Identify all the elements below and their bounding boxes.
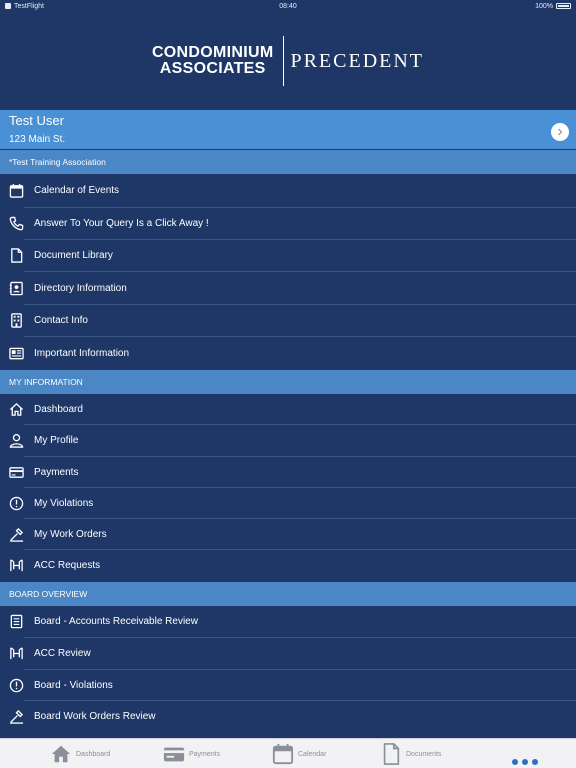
section-board-overview: BOARD OVERVIEW	[0, 582, 576, 606]
home-icon	[51, 745, 71, 763]
menu-item-label: My Work Orders	[34, 528, 107, 540]
tab-documents-label: Documents	[406, 750, 442, 758]
testflight-icon	[5, 3, 11, 9]
tab-dashboard[interactable]: Dashboard	[50, 743, 110, 765]
app-logo: CONDOMINIUM ASSOCIATES PRECEDENT	[152, 36, 424, 86]
association-item-phone[interactable]: Answer To Your Query Is a Click Away !	[0, 208, 576, 239]
menu-item-label: ACC Requests	[34, 560, 101, 571]
menu-item-label: Calendar of Events	[34, 185, 120, 196]
tab-payments-label: Payments	[189, 750, 221, 758]
logo-line2: ASSOCIATES	[159, 60, 266, 77]
board-item-tools[interactable]: Board Work Orders Review	[0, 701, 576, 732]
battery-percent: 100%	[535, 2, 553, 10]
tab-payments[interactable]: Payments	[163, 743, 220, 765]
status-time: 08:40	[279, 2, 297, 10]
menu-item-label: Contact Info	[34, 315, 88, 326]
more-dot-icon	[532, 759, 538, 765]
my-info-item-acc[interactable]: ACC Requests	[0, 550, 576, 581]
my-info-item-home[interactable]: Dashboard	[0, 394, 576, 424]
chevron-right-icon	[558, 128, 563, 136]
logo-brand: PRECEDENT	[290, 49, 425, 72]
logo-line1: CONDOMINIUM	[151, 44, 274, 61]
menu-item-label: Dashboard	[34, 403, 83, 415]
tools-icon	[8, 526, 24, 542]
document-icon	[8, 248, 24, 264]
my-info-item-person[interactable]: My Profile	[0, 425, 576, 456]
association-item-calendar[interactable]: Calendar of Events	[0, 174, 576, 207]
credit-card-icon	[163, 747, 185, 762]
newspaper-icon	[8, 345, 24, 361]
menu-item-label: Important Information	[34, 347, 130, 359]
tab-bar: Dashboard Payments Calendar Documents	[0, 738, 576, 768]
association-item-newspaper[interactable]: Important Information	[0, 337, 576, 369]
user-name: Test User	[9, 113, 64, 128]
user-address: 123 Main St.	[9, 134, 66, 145]
alert-icon	[8, 495, 24, 511]
credit-card-icon	[8, 464, 24, 480]
person-icon	[8, 433, 24, 449]
alert-icon	[8, 677, 24, 693]
more-dot-icon	[522, 759, 528, 765]
menu-item-label: Board - Accounts Receivable Review	[34, 616, 198, 627]
user-banner[interactable]: Test User 123 Main St.	[0, 110, 576, 149]
ledger-icon	[8, 614, 24, 630]
menu-item-label: Board - Violations	[34, 679, 113, 691]
tab-documents[interactable]: Documents	[380, 743, 441, 765]
menu-item-label: Document Library	[34, 250, 113, 261]
phone-icon	[8, 216, 24, 232]
calendar-icon	[8, 183, 24, 199]
app-header: CONDOMINIUM ASSOCIATES PRECEDENT	[0, 12, 576, 110]
acc-icon	[8, 646, 24, 662]
my-info-item-tools[interactable]: My Work Orders	[0, 519, 576, 549]
menu-item-label: My Violations	[34, 497, 94, 509]
calendar-icon	[272, 743, 294, 765]
status-bar: TestFlight 08:40 100%	[0, 0, 576, 12]
tab-dashboard-label: Dashboard	[76, 750, 111, 758]
board-item-acc[interactable]: ACC Review	[0, 638, 576, 669]
association-item-document[interactable]: Document Library	[0, 240, 576, 271]
menu-item-label: Directory Information	[34, 282, 127, 294]
tab-calendar[interactable]: Calendar	[272, 743, 326, 765]
menu-item-label: ACC Review	[34, 648, 91, 659]
association-item-building[interactable]: Contact Info	[0, 305, 576, 336]
board-item-ledger[interactable]: Board - Accounts Receivable Review	[0, 606, 576, 637]
acc-icon	[8, 558, 24, 574]
user-details-button[interactable]	[551, 123, 569, 141]
my-info-item-credit-card[interactable]: Payments	[0, 457, 576, 487]
association-item-contact-card[interactable]: Directory Information	[0, 272, 576, 304]
tab-more[interactable]	[512, 759, 538, 765]
building-icon	[8, 313, 24, 329]
document-icon	[383, 743, 400, 765]
tools-icon	[8, 709, 24, 725]
menu-item-label: My Profile	[34, 435, 79, 446]
battery-icon	[556, 3, 571, 9]
section-association: *Test Training Association	[0, 150, 576, 174]
board-item-alert[interactable]: Board - Violations	[0, 670, 576, 700]
menu-item-label: Answer To Your Query Is a Click Away !	[34, 218, 209, 229]
menu-item-label: Board Work Orders Review	[34, 711, 156, 722]
my-info-item-alert[interactable]: My Violations	[0, 488, 576, 518]
home-icon	[8, 401, 24, 417]
carrier-label: TestFlight	[14, 2, 44, 10]
section-my-information: MY INFORMATION	[0, 370, 576, 394]
more-dot-icon	[512, 759, 518, 765]
tab-calendar-label: Calendar	[298, 750, 327, 758]
menu-item-label: Payments	[34, 466, 79, 478]
contact-card-icon	[8, 280, 24, 296]
